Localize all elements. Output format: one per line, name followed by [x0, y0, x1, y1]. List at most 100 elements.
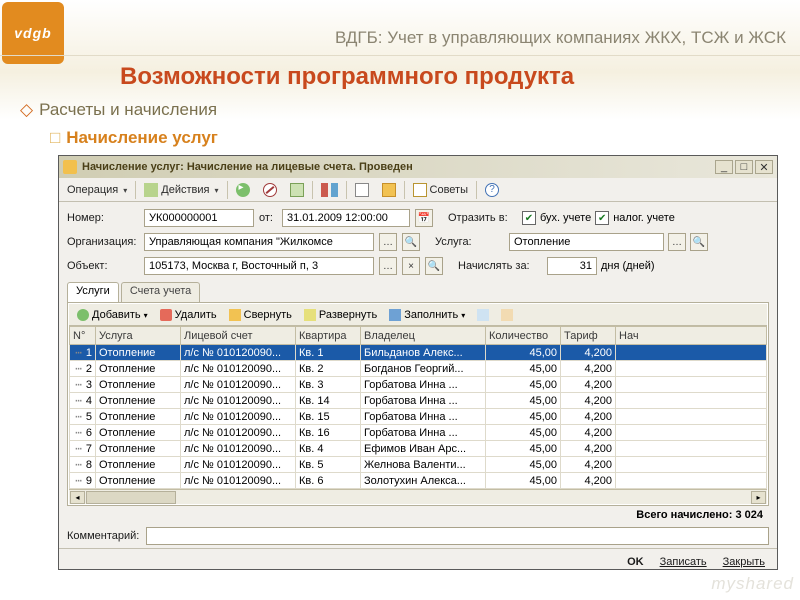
bullet-level1: Расчеты и начисления	[20, 100, 217, 120]
col-header[interactable]: Владелец	[361, 327, 486, 345]
obj-clear-button[interactable]: ×	[402, 257, 420, 275]
nu-label: налог. учете	[613, 212, 675, 224]
tree-button[interactable]	[349, 180, 375, 200]
table-row[interactable]: ⋯9Отоплениел/с № 010120090...Кв. 6Золоту…	[70, 473, 767, 489]
actions-menu[interactable]: Действия	[138, 180, 224, 200]
comment-field[interactable]	[146, 527, 769, 545]
scroll-right-button[interactable]: ▸	[751, 491, 766, 504]
bulb-icon	[413, 183, 427, 197]
expand-icon	[304, 309, 316, 321]
table-row[interactable]: ⋯1Отоплениел/с № 010120090...Кв. 1Бильда…	[70, 345, 767, 361]
date-label: от:	[259, 212, 277, 224]
col-header[interactable]: N°	[70, 327, 96, 345]
collapse-button[interactable]: Свернуть	[224, 306, 297, 324]
delete-button[interactable]: Удалить	[155, 306, 222, 324]
col-header[interactable]: Тариф	[561, 327, 616, 345]
sort-desc-icon	[501, 309, 513, 321]
dtkt-button[interactable]	[315, 180, 344, 200]
table-row[interactable]: ⋯3Отоплениел/с № 010120090...Кв. 3Горбат…	[70, 377, 767, 393]
comment-label: Комментарий:	[67, 530, 142, 542]
obj-field[interactable]	[144, 257, 374, 275]
table-row[interactable]: ⋯2Отоплениел/с № 010120090...Кв. 2Богдан…	[70, 361, 767, 377]
struct-icon	[382, 183, 396, 197]
close-button[interactable]: ✕	[755, 160, 773, 174]
calendar-button[interactable]: 📅	[415, 209, 433, 227]
bu-checkbox[interactable]: ✔	[522, 211, 536, 225]
sort1-button[interactable]	[472, 306, 494, 324]
obj-open-button[interactable]: 🔍	[425, 257, 443, 275]
divider	[0, 55, 800, 56]
operation-menu[interactable]: Операция	[61, 180, 133, 200]
table-row[interactable]: ⋯6Отоплениел/с № 010120090...Кв. 16Горба…	[70, 425, 767, 441]
org-field[interactable]	[144, 233, 374, 251]
col-header[interactable]: Услуга	[96, 327, 181, 345]
tab-services[interactable]: Услуги	[67, 282, 119, 302]
service-label: Услуга:	[435, 236, 505, 248]
headline: Возможности программного продукта	[120, 63, 574, 91]
service-field[interactable]	[509, 233, 664, 251]
min-button[interactable]: _	[715, 160, 733, 174]
days-unit: дня (дней)	[601, 260, 655, 272]
window-titlebar: Начисление услуг: Начисление на лицевые …	[59, 156, 777, 178]
hold-button[interactable]	[257, 180, 283, 200]
data-grid[interactable]: N°УслугаЛицевой счетКвартираВладелецКоли…	[69, 326, 767, 489]
grid-panel: Добавить Удалить Свернуть Развернуть Зап…	[67, 302, 769, 506]
col-header[interactable]: Количество	[486, 327, 561, 345]
sort-asc-icon	[477, 309, 489, 321]
app-icon	[63, 160, 77, 174]
reflect-label: Отразить в:	[448, 212, 518, 224]
app-window: Начисление услуг: Начисление на лицевые …	[58, 155, 778, 570]
h-scrollbar[interactable]: ◂ ▸	[69, 489, 767, 504]
struct-button[interactable]	[376, 180, 402, 200]
watermark: myshared	[711, 574, 794, 594]
plus-icon	[77, 309, 89, 321]
table-row[interactable]: ⋯8Отоплениел/с № 010120090...Кв. 5Желнов…	[70, 457, 767, 473]
brand-line: ВДГБ: Учет в управляющих компаниях ЖКХ, …	[335, 28, 786, 48]
dialog-footer: OK Записать Закрыть	[59, 548, 777, 574]
table-row[interactable]: ⋯7Отоплениел/с № 010120090...Кв. 4Ефимов…	[70, 441, 767, 457]
trash-icon	[160, 309, 172, 321]
org-open-button[interactable]: 🔍	[402, 233, 420, 251]
tree-icon	[355, 183, 369, 197]
bullet-level2: Начисление услуг	[50, 128, 218, 148]
save-button[interactable]: Записать	[660, 556, 707, 568]
org-pick-button[interactable]: …	[379, 233, 397, 251]
service-pick-button[interactable]: …	[668, 233, 686, 251]
service-open-button[interactable]: 🔍	[690, 233, 708, 251]
date-field[interactable]	[282, 209, 410, 227]
number-field[interactable]	[144, 209, 254, 227]
form-area: Номер: от: 📅 Отразить в: ✔ бух. учете ✔ …	[59, 202, 777, 524]
play-icon	[236, 183, 250, 197]
expand-button[interactable]: Развернуть	[299, 306, 382, 324]
scroll-left-button[interactable]: ◂	[70, 491, 85, 504]
close-dialog-button[interactable]: Закрыть	[723, 556, 765, 568]
collapse-icon	[229, 309, 241, 321]
max-button[interactable]: □	[735, 160, 753, 174]
table-row[interactable]: ⋯4Отоплениел/с № 010120090...Кв. 14Горба…	[70, 393, 767, 409]
doc-button[interactable]	[284, 180, 310, 200]
nu-checkbox[interactable]: ✔	[595, 211, 609, 225]
run-button[interactable]	[230, 180, 256, 200]
scroll-thumb[interactable]	[86, 491, 176, 504]
kt-icon	[331, 183, 338, 197]
obj-pick-button[interactable]: …	[379, 257, 397, 275]
ok-button[interactable]: OK	[627, 556, 644, 568]
doc-icon	[290, 183, 304, 197]
fill-button[interactable]: Заполнить	[384, 306, 470, 324]
tips-button[interactable]: Советы	[407, 180, 474, 200]
window-title: Начисление услуг: Начисление на лицевые …	[82, 161, 713, 173]
days-field[interactable]	[547, 257, 597, 275]
col-header[interactable]: Квартира	[296, 327, 361, 345]
org-label: Организация:	[67, 236, 139, 248]
help-button[interactable]: ?	[479, 180, 505, 200]
forbid-icon	[263, 183, 277, 197]
bu-label: бух. учете	[540, 212, 591, 224]
table-row[interactable]: ⋯5Отоплениел/с № 010120090...Кв. 15Горба…	[70, 409, 767, 425]
col-header[interactable]: Нач	[616, 327, 767, 345]
grid-total: Всего начислено: 3 024	[67, 506, 769, 524]
sort2-button[interactable]	[496, 306, 518, 324]
tab-accounts[interactable]: Счета учета	[121, 282, 200, 302]
col-header[interactable]: Лицевой счет	[181, 327, 296, 345]
accrue-label: Начислять за:	[458, 260, 543, 272]
add-button[interactable]: Добавить	[72, 306, 153, 324]
